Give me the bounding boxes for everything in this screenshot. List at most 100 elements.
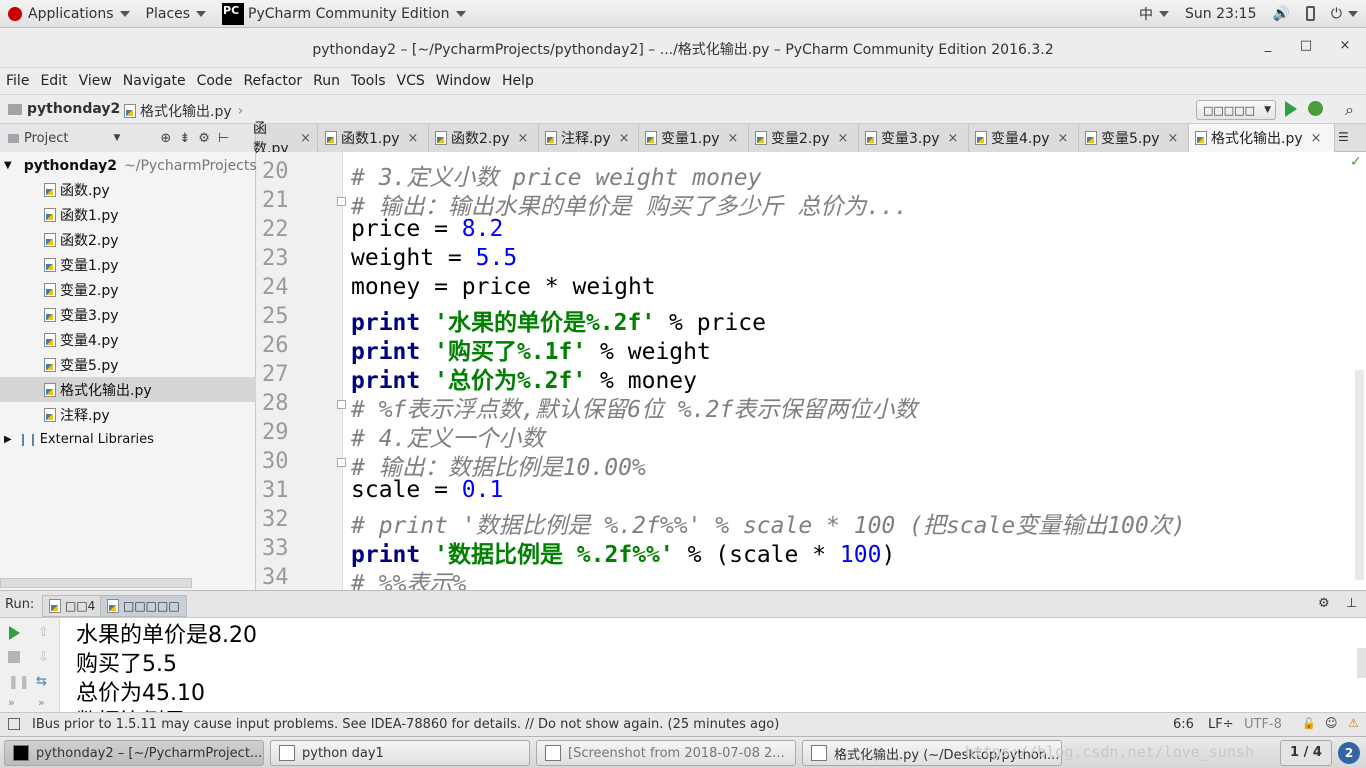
close-button[interactable]: ×	[1337, 38, 1353, 53]
stop-icon[interactable]	[8, 651, 20, 663]
inspector-icon[interactable]: ☺	[1325, 716, 1338, 730]
locate-icon[interactable]: ⊕	[160, 131, 171, 146]
editor-tab[interactable]: 函数2.py ×	[429, 124, 539, 152]
editor-tab[interactable]: 函数.py ×	[253, 121, 318, 157]
tree-file[interactable]: 函数1.py	[0, 202, 256, 227]
run-console[interactable]: ⇧ ⇩ ❚❚ ⇆ » » 水果的单价是8.20 购买了5.5 总价为45.10 …	[0, 618, 1366, 712]
close-icon[interactable]: ×	[1311, 131, 1322, 146]
task-screenshot[interactable]: [Screenshot from 2018-07-08 2...	[536, 740, 796, 766]
breadcrumb-project[interactable]: pythonday2 ›	[8, 101, 138, 117]
soft-wrap-icon[interactable]: ⇆	[36, 674, 47, 689]
menu-edit[interactable]: Edit	[40, 73, 67, 89]
editor-tab[interactable]: 变量1.py ×	[639, 124, 749, 152]
close-icon[interactable]: ×	[300, 131, 311, 146]
close-icon[interactable]: ×	[948, 131, 959, 146]
close-icon[interactable]: ×	[728, 131, 739, 146]
horizontal-scrollbar[interactable]	[0, 578, 192, 588]
gear-icon[interactable]: ⚙	[1318, 596, 1330, 611]
menu-run[interactable]: Run	[313, 73, 340, 89]
fold-icon[interactable]: »	[8, 696, 15, 709]
search-icon[interactable]: ⌕	[1345, 100, 1354, 120]
debug-icon[interactable]	[1308, 101, 1323, 116]
event-log-icon[interactable]: ⚠	[1348, 716, 1359, 730]
tab-list-icon[interactable]: ☰	[1338, 130, 1349, 144]
project-panel-header[interactable]: Project ▼ ⊕ ⇟ ⚙ ⊢	[0, 124, 256, 152]
close-icon[interactable]: ×	[408, 131, 419, 146]
run-configuration-select[interactable]: □□□□□ ▼	[1196, 100, 1276, 120]
hide-icon[interactable]: ⊥	[1346, 596, 1357, 611]
input-method-indicator[interactable]: 中	[1131, 0, 1177, 28]
gear-icon[interactable]: ⚙	[198, 131, 210, 146]
status-message[interactable]: IBus prior to 1.5.11 may cause input pro…	[32, 717, 779, 732]
toolwindow-toggle-icon[interactable]	[8, 718, 20, 730]
cursor-position[interactable]: 6:6	[1173, 717, 1194, 732]
tree-file[interactable]: 变量3.py	[0, 302, 256, 327]
fold-marker-icon[interactable]	[337, 458, 346, 467]
battery-icon[interactable]	[1298, 0, 1323, 28]
pause-icon[interactable]: ❚❚	[8, 675, 30, 690]
close-icon[interactable]: ×	[518, 131, 529, 146]
hide-icon[interactable]: ⊢	[218, 131, 229, 146]
tree-file[interactable]: 变量1.py	[0, 252, 256, 277]
close-icon[interactable]: ×	[619, 131, 630, 146]
menu-help[interactable]: Help	[502, 73, 534, 89]
tree-file[interactable]: 函数.py	[0, 177, 256, 202]
collapse-icon[interactable]: ⇟	[179, 131, 190, 146]
run-icon[interactable]	[1285, 101, 1297, 117]
menu-code[interactable]: Code	[197, 73, 233, 89]
line-separator[interactable]: LF÷	[1208, 717, 1234, 732]
editor-tab[interactable]: 变量4.py ×	[969, 124, 1079, 152]
vertical-scrollbar[interactable]	[1355, 370, 1364, 580]
task-pycharm[interactable]: pythonday2 – [~/PycharmProject...	[4, 740, 264, 766]
applications-menu[interactable]: Applications	[0, 0, 138, 28]
fold-marker-icon[interactable]	[337, 400, 346, 409]
console-scrollbar[interactable]	[1357, 648, 1366, 678]
run-tab-active[interactable]: □□□□□	[100, 595, 187, 617]
menu-file[interactable]: File	[6, 73, 29, 89]
editor-tab[interactable]: 变量2.py ×	[749, 124, 859, 152]
tree-file[interactable]: 注释.py	[0, 402, 256, 427]
more-icon[interactable]: »	[38, 696, 45, 709]
menu-window[interactable]: Window	[436, 73, 491, 89]
editor-tab[interactable]: 函数1.py ×	[319, 124, 429, 152]
power-menu[interactable]: ⏻	[1323, 0, 1366, 28]
task-python-day1[interactable]: python day1	[270, 740, 530, 766]
menu-navigate[interactable]: Navigate	[123, 73, 186, 89]
rerun-icon[interactable]	[9, 626, 20, 640]
tree-file[interactable]: 变量5.py	[0, 352, 256, 377]
code-editor[interactable]: 20 21 22 23 24 25 26 27 28 29 30 31 32 3…	[257, 152, 1366, 590]
editor-tab[interactable]: 注释.py ×	[539, 124, 639, 152]
close-icon[interactable]: ×	[1058, 131, 1069, 146]
tree-external-libraries[interactable]: ▶ External Libraries	[0, 427, 256, 452]
places-menu[interactable]: Places	[138, 0, 215, 28]
menu-tools[interactable]: Tools	[351, 73, 386, 89]
tree-root[interactable]: ▼ pythonday2 ~/PycharmProjects/	[0, 153, 261, 178]
menu-refactor[interactable]: Refactor	[243, 73, 302, 89]
editor-tab-active[interactable]: 格式化输出.py ×	[1189, 124, 1335, 152]
editor-tab[interactable]: 变量5.py ×	[1079, 124, 1189, 152]
notification-badge[interactable]: 2	[1338, 742, 1360, 764]
fold-marker-icon[interactable]	[337, 197, 346, 206]
tree-file[interactable]: 函数2.py	[0, 227, 256, 252]
minimize-button[interactable]: _	[1260, 38, 1276, 53]
down-arrow-icon[interactable]: ⇩	[38, 650, 49, 665]
tree-file-selected[interactable]: 格式化输出.py	[0, 377, 256, 402]
volume-icon[interactable]: 🔊	[1264, 0, 1297, 28]
close-icon[interactable]: ×	[1168, 131, 1179, 146]
file-encoding[interactable]: UTF-8	[1244, 717, 1282, 732]
maximize-button[interactable]: □	[1298, 38, 1314, 53]
console-line: 总价为45.10	[76, 681, 205, 706]
tree-file[interactable]: 变量4.py	[0, 327, 256, 352]
workspace-indicator[interactable]: 1 / 4	[1280, 740, 1332, 766]
lock-icon[interactable]: 🔓	[1302, 717, 1316, 730]
run-tab[interactable]: □□4	[42, 595, 103, 617]
up-arrow-icon[interactable]: ⇧	[38, 625, 49, 640]
tree-file[interactable]: 变量2.py	[0, 277, 256, 302]
menu-vcs[interactable]: VCS	[397, 73, 425, 89]
active-app-menu[interactable]: PC PyCharm Community Edition	[214, 0, 473, 28]
breadcrumb-file[interactable]: 格式化输出.py ›	[124, 101, 243, 121]
close-icon[interactable]: ×	[838, 131, 849, 146]
clock[interactable]: Sun 23:15	[1177, 0, 1264, 28]
editor-tab[interactable]: 变量3.py ×	[859, 124, 969, 152]
menu-view[interactable]: View	[79, 73, 112, 89]
